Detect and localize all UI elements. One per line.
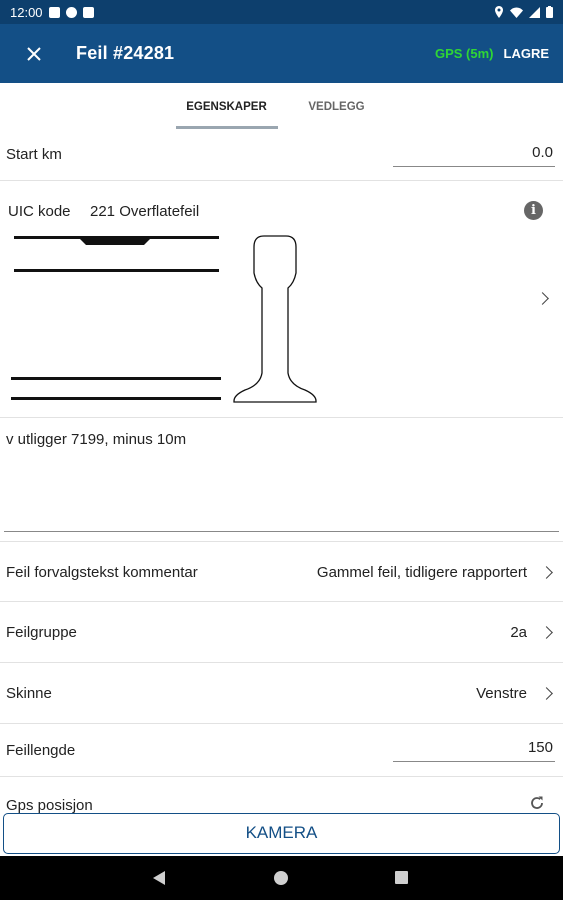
skinne-label: Skinne (6, 685, 52, 702)
start-km-row: Start km 0.0 (0, 129, 563, 181)
wifi-icon (510, 7, 523, 18)
back-icon[interactable] (153, 871, 165, 885)
gps-position-label: Gps posisjon (6, 797, 93, 814)
recent-apps-icon[interactable] (395, 871, 408, 884)
app-bar: Feil #24281 GPS (5m) LAGRE (0, 24, 563, 83)
gps-status: GPS (5m) (434, 46, 494, 61)
chevron-right-icon (540, 687, 553, 700)
feillengde-label: Feillengde (6, 742, 76, 759)
kommentar-row[interactable]: Feil forvalgstekst kommentar Gammel feil… (0, 541, 563, 602)
tab-egenskaper[interactable]: EGENSKAPER (172, 83, 282, 129)
skinne-value: Venstre (476, 685, 527, 702)
status-bar: 12:00 (0, 0, 563, 24)
notification-icon (48, 6, 60, 18)
comment-text: v utligger 7199, minus 10m (6, 431, 187, 448)
close-icon (27, 46, 41, 61)
cell-signal-icon (529, 6, 540, 18)
system-nav-bar (0, 856, 563, 900)
rail-profile (233, 235, 317, 403)
uic-code-row[interactable]: UIC kode 221 Overflatefeil i (0, 181, 563, 418)
feillengde-input[interactable]: 150 (393, 736, 555, 762)
refresh-icon[interactable] (529, 795, 545, 811)
start-km-input[interactable]: 0.0 (393, 141, 555, 167)
gps-position-row: Gps posisjon (0, 777, 563, 817)
close-button[interactable] (0, 24, 68, 83)
surface-defect-mark (80, 239, 150, 245)
rail-base-line (11, 397, 221, 400)
save-button[interactable]: LAGRE (504, 46, 550, 61)
feilgruppe-value: 2a (510, 624, 527, 641)
rail-lower-line (11, 377, 221, 380)
skinne-row[interactable]: Skinne Venstre (0, 663, 563, 724)
clock: 12:00 (10, 4, 43, 20)
uic-code-value: 221 Overflatefeil (90, 203, 200, 220)
start-km-label: Start km (6, 146, 62, 163)
battery-icon (546, 6, 553, 18)
location-icon (495, 6, 503, 18)
comment-field[interactable]: v utligger 7199, minus 10m (4, 418, 559, 532)
chevron-right-icon (540, 566, 553, 579)
chevron-right-icon (540, 626, 553, 639)
feillengde-row: Feillengde 150 (0, 724, 563, 777)
uic-code-label: UIC kode (8, 203, 71, 220)
app-notification-icon (65, 6, 77, 18)
home-icon[interactable] (274, 871, 288, 885)
camera-button[interactable]: KAMERA (3, 813, 560, 854)
tab-bar: EGENSKAPER VEDLEGG (0, 83, 563, 129)
info-icon[interactable]: i (524, 201, 543, 220)
feilgruppe-label: Feilgruppe (6, 624, 77, 641)
feilgruppe-row[interactable]: Feilgruppe 2a (0, 602, 563, 663)
rail-upper-line (14, 269, 219, 272)
rail-top-edge (14, 236, 219, 239)
page-title: Feil #24281 (76, 43, 175, 63)
chevron-right-icon (536, 292, 549, 305)
tab-vedlegg[interactable]: VEDLEGG (282, 83, 392, 129)
kommentar-value: Gammel feil, tidligere rapportert (316, 564, 527, 581)
rail-defect-diagram (11, 235, 317, 403)
sd-card-icon (82, 6, 94, 18)
kommentar-label: Feil forvalgstekst kommentar (6, 564, 198, 581)
